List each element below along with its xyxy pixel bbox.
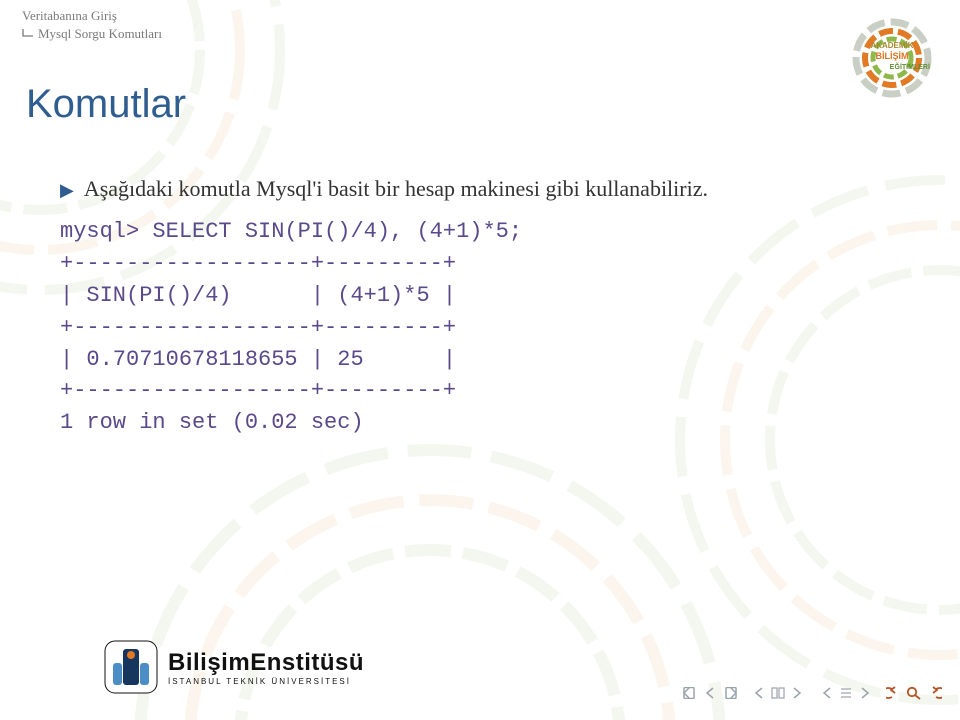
- logo-mark-icon: [104, 640, 158, 694]
- logo-brand: BilişimEnstitüsü: [168, 649, 364, 677]
- nav-search-button[interactable]: [905, 684, 923, 702]
- logo-akademik: AKADEMİK BİLİŞİM E ĞİTİMLERİ: [842, 18, 942, 100]
- nav-first-slide-button[interactable]: [682, 684, 700, 702]
- breadcrumb: Veritabanına Giriş Mysql Sorgu Komutları: [22, 8, 162, 42]
- logo-line2: BİLİŞİM: [876, 51, 909, 61]
- logo-brand-sub: İSTANBUL TEKNİK ÜNİVERSİTESİ: [168, 677, 364, 686]
- bullet-text: Aşağıdaki komutla Mysql'i basit bir hesa…: [84, 176, 708, 201]
- breadcrumb-line2-text: Mysql Sorgu Komutları: [38, 26, 162, 41]
- breadcrumb-line2: Mysql Sorgu Komutları: [22, 26, 162, 43]
- nav-next-section-button[interactable]: [788, 684, 806, 702]
- code-block: mysql> SELECT SIN(PI()/4), (4+1)*5; +---…: [60, 216, 910, 439]
- nav-prev-section-button[interactable]: [750, 684, 768, 702]
- logo-line1: AKADEMİK: [870, 41, 913, 50]
- breadcrumb-line1: Veritabanına Giriş: [22, 8, 162, 24]
- nav-forward-button[interactable]: [924, 684, 942, 702]
- slide-body: ▶ Aşağıdaki komutla Mysql'i basit bir hes…: [60, 176, 910, 439]
- nav-prev-slide-button[interactable]: [701, 684, 719, 702]
- svg-text:ĞİTİMLERİ: ĞİTİMLERİ: [895, 62, 930, 71]
- nav-next-subsection-button[interactable]: [856, 684, 874, 702]
- page-title: Komutlar: [26, 82, 186, 127]
- corner-icon: [22, 27, 34, 43]
- logo-brand-bold: Bilişim: [168, 649, 250, 676]
- nav-back-button[interactable]: [886, 684, 904, 702]
- logo-bilisim-enstitusu: BilişimEnstitüsü İSTANBUL TEKNİK ÜNİVERS…: [104, 638, 364, 696]
- nav-next-slide-button[interactable]: [720, 684, 738, 702]
- slide-nav: [682, 684, 942, 702]
- nav-section-icon[interactable]: [769, 684, 787, 702]
- nav-prev-subsection-button[interactable]: [818, 684, 836, 702]
- logo-brand-light: Enstitüsü: [250, 649, 364, 676]
- bullet-marker-icon: ▶: [60, 180, 74, 201]
- nav-subsection-icon[interactable]: [837, 684, 855, 702]
